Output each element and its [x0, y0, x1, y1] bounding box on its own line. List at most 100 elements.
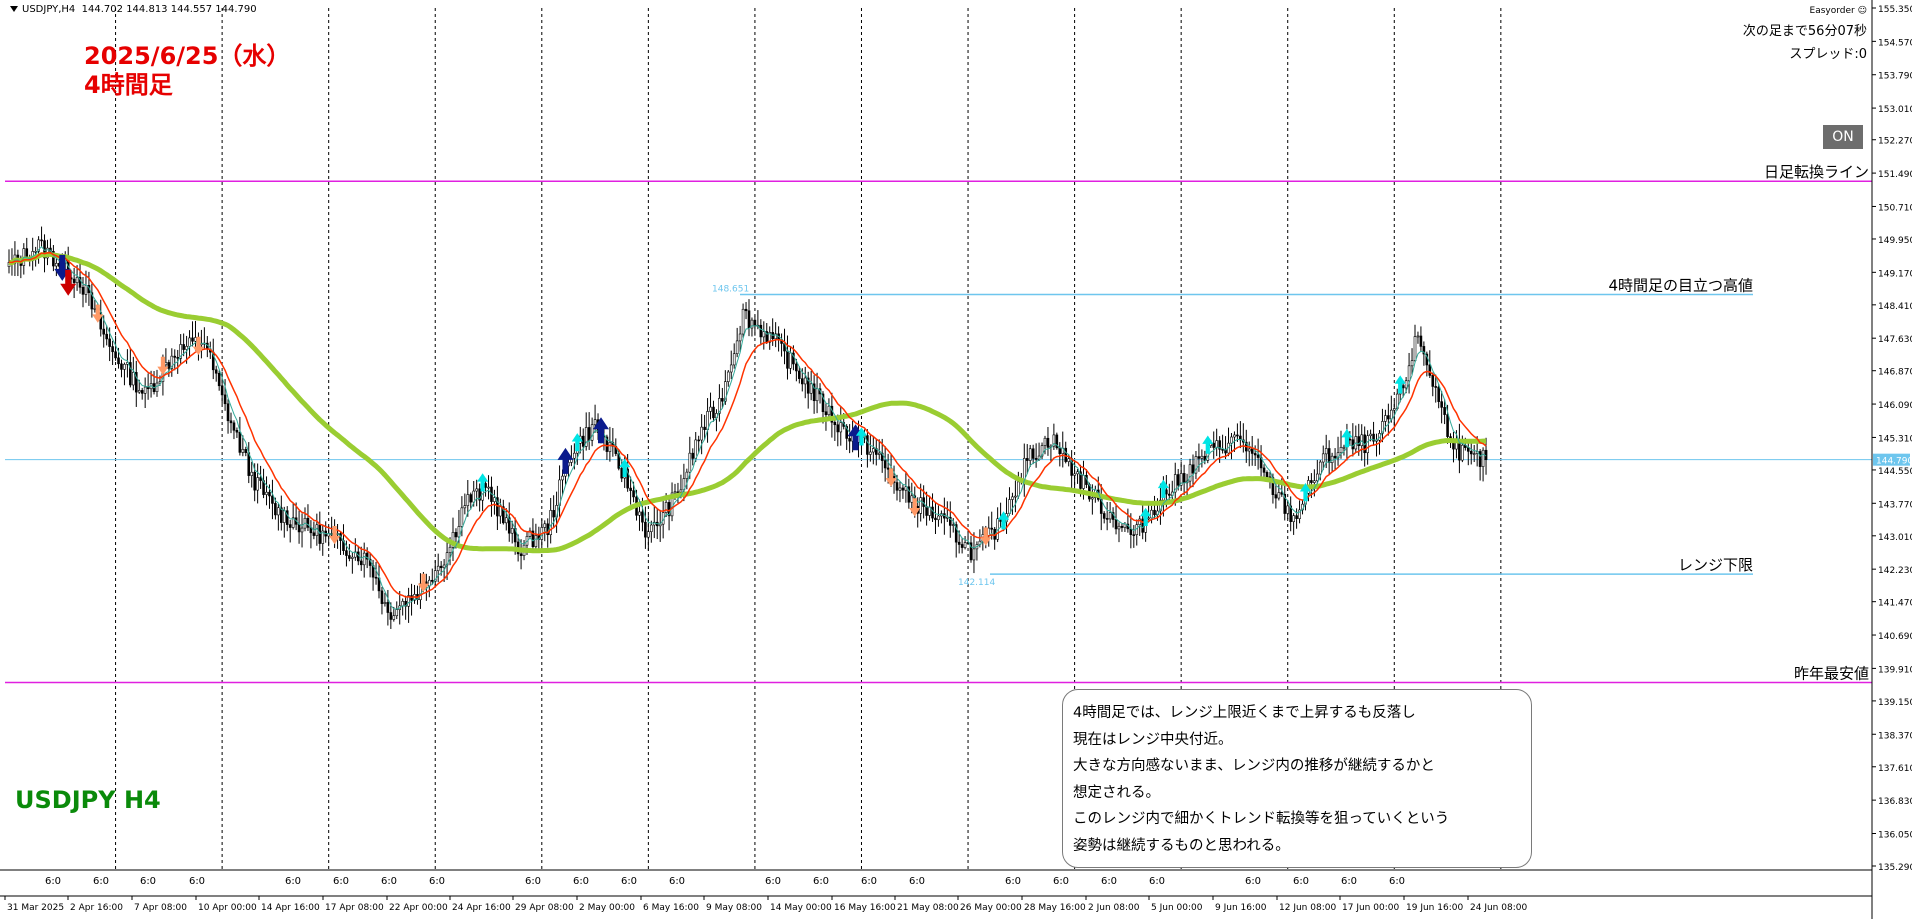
- candle-body: [877, 452, 881, 455]
- candle-body: [1043, 437, 1047, 446]
- candle-body: [34, 251, 37, 253]
- candle-body: [800, 378, 804, 385]
- candle-body: [226, 403, 230, 422]
- price-tick-label: 147.630: [1878, 335, 1912, 345]
- candle-body: [395, 609, 399, 617]
- candle-body: [644, 521, 647, 538]
- candle-body: [1392, 408, 1396, 411]
- candle-body: [987, 527, 991, 536]
- candle-body: [114, 351, 117, 359]
- candle-body: [1316, 473, 1319, 482]
- time-tick-label: 2 Jun 08:00: [1088, 903, 1140, 913]
- candle-body: [1233, 434, 1236, 438]
- candle-body: [1327, 448, 1331, 463]
- candle-body: [1321, 453, 1325, 463]
- candle-body: [664, 502, 668, 513]
- candle-body: [504, 517, 508, 524]
- candle-body: [1416, 335, 1420, 338]
- candle-body: [383, 602, 387, 604]
- candle-body: [1478, 451, 1482, 467]
- candle-body: [836, 424, 840, 433]
- time-tick-label: 22 Apr 00:00: [389, 903, 448, 913]
- candle-body: [1256, 454, 1260, 458]
- candle-body: [1461, 444, 1464, 461]
- candle-body: [176, 357, 180, 359]
- session-tick-label: 6:0: [1005, 876, 1021, 887]
- candle-body: [712, 406, 715, 419]
- candle-body: [729, 364, 733, 373]
- candle-body: [277, 507, 280, 516]
- candle-body: [1091, 497, 1094, 500]
- candle-body: [1469, 451, 1473, 455]
- candle-body: [1384, 415, 1387, 422]
- price-tick-label: 145.310: [1878, 434, 1912, 444]
- horizontal-line-label: 日足転換ライン: [1764, 163, 1869, 181]
- candle-body: [647, 531, 650, 538]
- spread-readout: スプレッド:0: [1789, 47, 1867, 62]
- candle-body: [726, 371, 730, 382]
- candle-body: [1028, 448, 1032, 461]
- candle-body: [632, 490, 635, 498]
- date-title: 2025/6/25（水） 4時間足: [84, 42, 290, 100]
- candle-body: [460, 507, 464, 527]
- time-tick-label: 17 Apr 08:00: [325, 903, 384, 913]
- candle-body: [898, 487, 902, 491]
- candle-body: [1120, 525, 1124, 528]
- candle-body: [510, 528, 514, 534]
- candle-body: [241, 449, 245, 453]
- candle-body: [839, 422, 843, 433]
- candle-body: [1419, 335, 1423, 347]
- candle-body: [1407, 365, 1411, 382]
- candle-body: [650, 524, 653, 532]
- time-tick-label: 16 May 16:00: [834, 903, 896, 913]
- candle-body: [194, 337, 197, 342]
- candle-body: [1339, 447, 1343, 454]
- price-tick-label: 152.270: [1878, 137, 1912, 147]
- candle-body: [691, 452, 695, 459]
- candle-body: [629, 487, 632, 491]
- candle-body: [1342, 446, 1346, 449]
- candle-body: [140, 390, 144, 394]
- session-tick-label: 6:0: [861, 876, 877, 887]
- price-tick-label: 137.610: [1878, 764, 1912, 774]
- horizontal-line-label: 4時間足の目立つ高値: [1608, 277, 1753, 295]
- candle-body: [786, 350, 789, 369]
- candle-body: [1025, 458, 1029, 461]
- candle-body: [738, 333, 742, 342]
- candle-body: [312, 532, 316, 536]
- candle-body: [673, 491, 677, 494]
- candle-body: [454, 532, 458, 538]
- candle-body: [188, 337, 191, 347]
- candle-body: [1446, 414, 1449, 437]
- candle-body: [351, 556, 354, 559]
- candle-body: [271, 495, 274, 504]
- candle-body: [1472, 453, 1476, 455]
- candle-body: [744, 308, 748, 312]
- candle-body: [300, 527, 304, 533]
- candle-body: [1348, 438, 1352, 441]
- candle-body: [253, 471, 256, 491]
- session-tick-label: 6:0: [909, 876, 925, 887]
- price-chart[interactable]: 144.790 155.350 154.570 153.790 153.010 152.2…: [0, 0, 1912, 919]
- candle-body: [232, 422, 236, 431]
- candle-body: [439, 565, 443, 569]
- candle-body: [1481, 449, 1485, 467]
- candle-body: [1466, 447, 1470, 452]
- price-tick-label: 139.150: [1878, 698, 1912, 708]
- chart-menu-triangle-icon[interactable]: [10, 6, 18, 12]
- candle-body: [1153, 509, 1156, 515]
- candle-body: [484, 483, 487, 488]
- candle-body: [1292, 515, 1295, 522]
- session-tick-label: 6:0: [1389, 876, 1405, 887]
- candle-body: [1058, 447, 1062, 455]
- ea-toggle-button[interactable]: ON: [1823, 125, 1863, 149]
- time-tick-label: 21 May 08:00: [897, 903, 959, 913]
- horizontal-line-label: レンジ下限: [1678, 556, 1753, 574]
- candle-body: [1165, 489, 1168, 495]
- candle-body: [901, 487, 905, 491]
- candle-body: [735, 340, 739, 355]
- candle-body: [561, 475, 564, 481]
- symbol-title: USDJPY H4: [15, 786, 161, 814]
- comment-line: 4時間足では、レンジ上限近くまで上昇するも反落し: [1073, 705, 1416, 721]
- candle-body: [1132, 534, 1136, 536]
